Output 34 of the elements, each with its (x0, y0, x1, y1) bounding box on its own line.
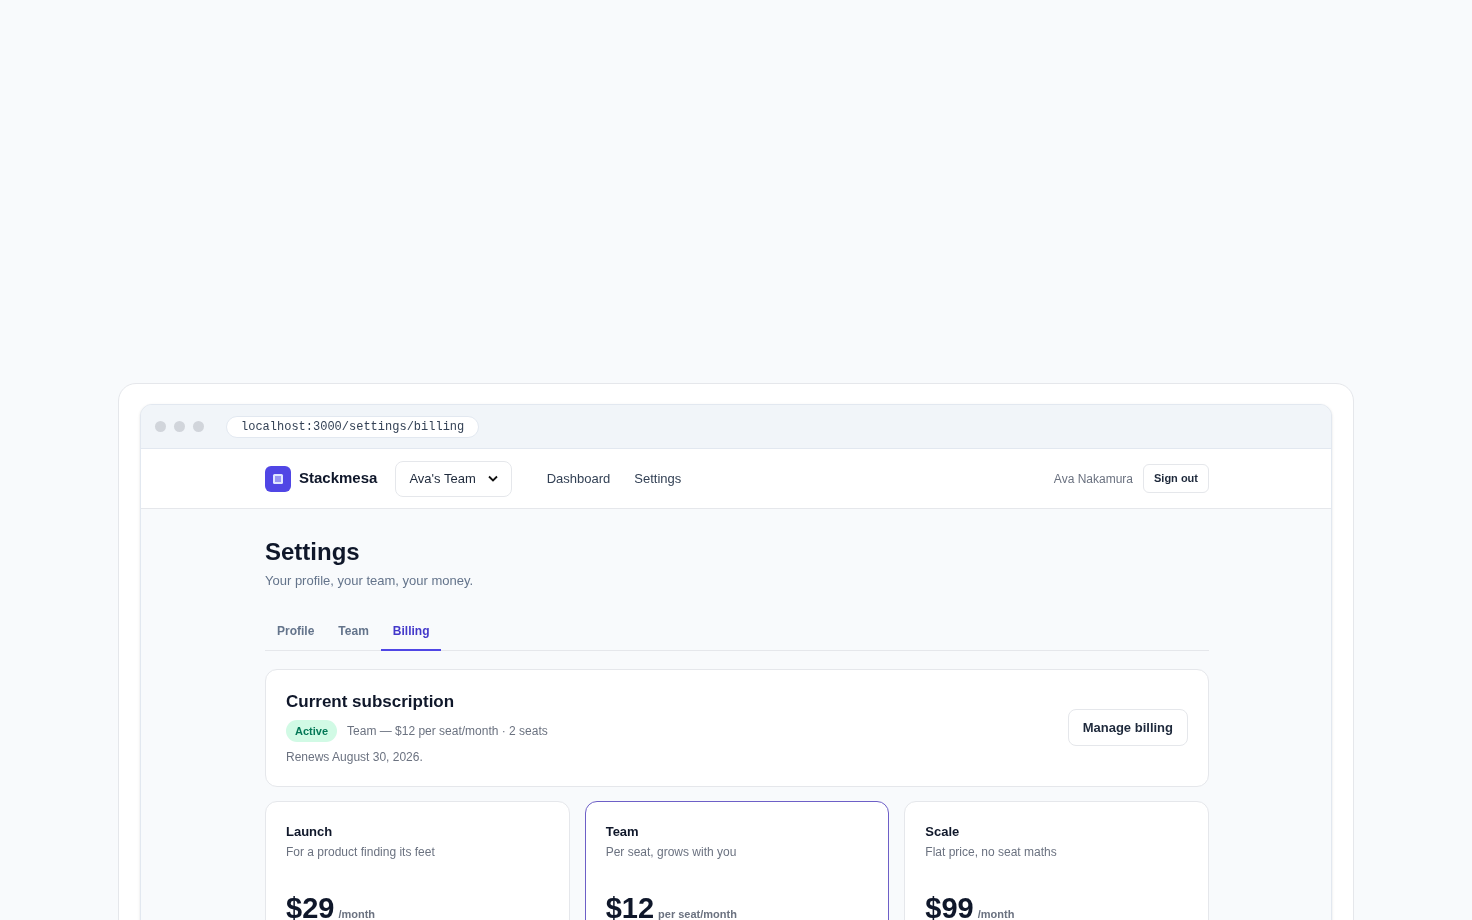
price-period: /month (977, 907, 1015, 920)
price-period: per seat/month (658, 907, 737, 920)
plan-price: $12 (605, 891, 655, 920)
plan-name: Team (605, 822, 640, 841)
chevron-down-icon (487, 475, 498, 482)
team-select[interactable]: Ava's Team (395, 460, 512, 497)
plan-price: $29 (286, 891, 335, 920)
page-title: Settings (265, 537, 361, 567)
plan-name: Launch (286, 822, 334, 841)
renewal-date: Renews August 30, 2026. (286, 749, 424, 767)
plan-summary: Team — $12 per seat/month · 2 seats (347, 723, 548, 741)
page-subtitle: Your profile, your team, your money. (265, 572, 475, 590)
card-title: Current subscription (286, 690, 456, 713)
price-period: /month (338, 907, 376, 920)
plan-tagline: Per seat, grows with you (605, 844, 738, 861)
logo-icon (265, 465, 291, 492)
tab[interactable]: Billing (380, 612, 442, 651)
plan-card[interactable]: Scale Flat price, no seat maths $99/month (904, 800, 1209, 920)
nav-link[interactable]: Dashboard (546, 468, 611, 489)
plan-card[interactable]: Team Per seat, grows with you $12 per seat/month (584, 800, 890, 920)
address-bar[interactable]: localhost:3000/settings/billing (226, 415, 480, 438)
plan-tagline: For a product finding its feet (286, 844, 436, 861)
plan-card[interactable]: Launch For a product finding its feet $29/month (265, 800, 570, 920)
plan-name: Scale (925, 822, 961, 841)
user-name: Ava Nakamura (1053, 470, 1133, 488)
sign-out-button[interactable]: Sign out (1143, 464, 1209, 493)
plan-price: $99 (925, 891, 974, 920)
nav-link[interactable]: Settings (634, 468, 682, 489)
manage-billing-button[interactable]: Manage billing (1067, 709, 1188, 746)
tab[interactable]: Team (326, 612, 381, 651)
status-badge: Active (286, 720, 338, 743)
brand-name: Stackmesa (299, 468, 378, 489)
plan-tagline: Flat price, no seat maths (925, 844, 1058, 861)
tab[interactable]: Profile (265, 612, 327, 651)
